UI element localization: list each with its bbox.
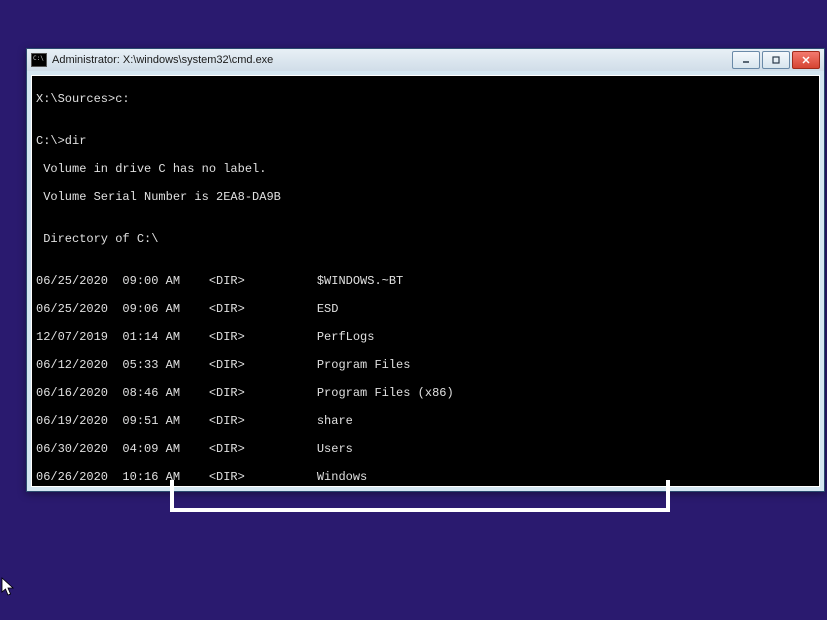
- console-line: 06/26/2020 10:16 AM <DIR> Windows: [36, 470, 815, 484]
- console-line: 12/07/2019 01:14 AM <DIR> PerfLogs: [36, 330, 815, 344]
- window-title: Administrator: X:\windows\system32\cmd.e…: [52, 54, 732, 66]
- cmd-icon: [31, 53, 47, 67]
- console-line: 06/25/2020 09:06 AM <DIR> ESD: [36, 302, 815, 316]
- console-line: 06/25/2020 09:00 AM <DIR> $WINDOWS.~BT: [36, 274, 815, 288]
- console-line: 06/19/2020 09:51 AM <DIR> share: [36, 414, 815, 428]
- cmd-window: Administrator: X:\windows\system32\cmd.e…: [26, 48, 825, 492]
- console-line: Directory of C:\: [36, 232, 815, 246]
- maximize-button[interactable]: [762, 51, 790, 69]
- mouse-cursor-icon: [1, 577, 17, 599]
- close-icon: [801, 55, 811, 65]
- console-line: 06/16/2020 08:46 AM <DIR> Program Files …: [36, 386, 815, 400]
- console-output[interactable]: X:\Sources>c: C:\>dir Volume in drive C …: [31, 75, 820, 487]
- console-line: Volume Serial Number is 2EA8-DA9B: [36, 190, 815, 204]
- minimize-icon: [741, 55, 751, 65]
- console-line: 06/30/2020 04:09 AM <DIR> Users: [36, 442, 815, 456]
- minimize-button[interactable]: [732, 51, 760, 69]
- titlebar[interactable]: Administrator: X:\windows\system32\cmd.e…: [27, 49, 824, 71]
- maximize-icon: [771, 55, 781, 65]
- window-controls: [732, 51, 820, 69]
- console-line: C:\>dir: [36, 134, 815, 148]
- console-line: 06/12/2020 05:33 AM <DIR> Program Files: [36, 358, 815, 372]
- console-line: Volume in drive C has no label.: [36, 162, 815, 176]
- close-button[interactable]: [792, 51, 820, 69]
- console-line: X:\Sources>c:: [36, 92, 815, 106]
